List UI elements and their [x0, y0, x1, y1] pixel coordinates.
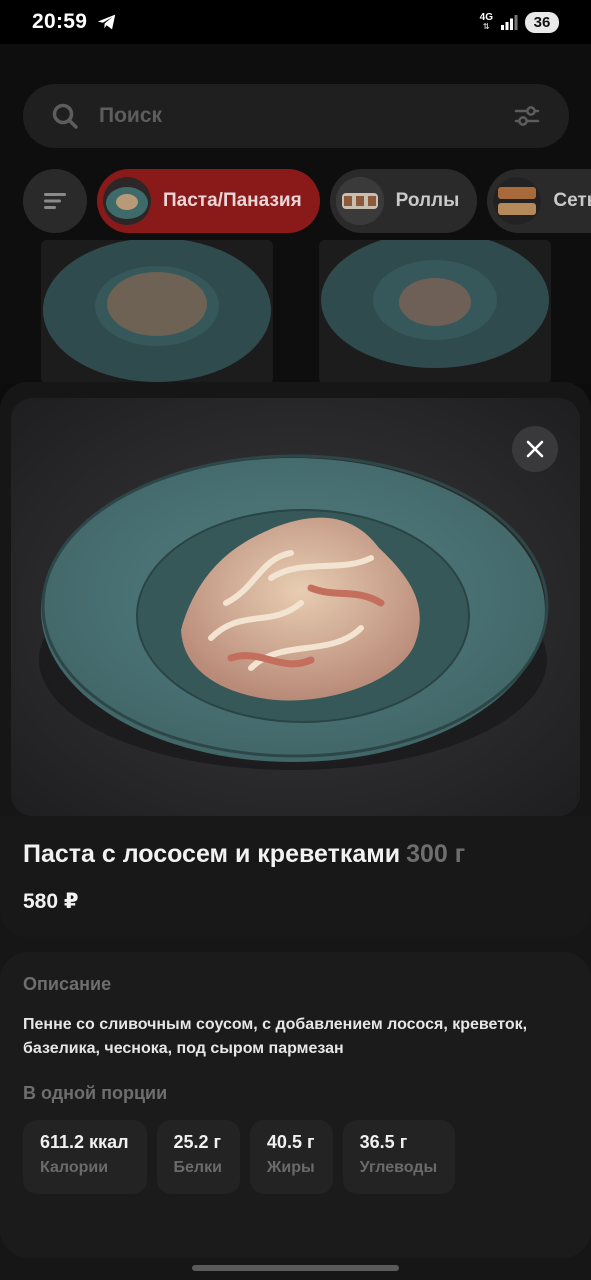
status-time: 20:59 — [32, 10, 88, 33]
description-heading: Описание — [23, 974, 112, 994]
nutrition-label: Углеводы — [359, 1159, 438, 1176]
product-modal: Паста с лососем и креветками 300 г 580 ₽ … — [0, 382, 591, 1280]
search-input[interactable]: Поиск — [99, 104, 162, 128]
search-icon — [52, 103, 78, 129]
product-title: Паста с лососем и креветками — [23, 840, 401, 868]
category-chip-sets[interactable]: Сеты — [487, 169, 591, 233]
nutrition-label: Белки — [173, 1159, 222, 1176]
nutrition-list: 611.2 ккал Калории 25.2 г Белки 40.5 г Ж… — [23, 1120, 568, 1194]
product-price: 580 ₽ — [23, 890, 79, 913]
menu-icon — [44, 193, 66, 209]
category-thumbnail — [493, 177, 542, 225]
product-title-line: Паста с лососем и креветками 300 г — [23, 840, 568, 869]
product-card-image[interactable] — [41, 240, 273, 384]
nutrition-value: 36.5 г — [359, 1132, 408, 1152]
nutrition-item-fats: 40.5 г Жиры — [249, 1120, 333, 1194]
nutrition-label: Жиры — [266, 1159, 315, 1176]
nutrition-item-calories: 611.2 ккал Калории — [23, 1120, 147, 1194]
category-bar: Паста/Паназия Роллы Сет — [23, 169, 591, 233]
category-label: Роллы — [395, 190, 460, 211]
nutrition-item-carbs: 36.5 г Углеводы — [342, 1120, 456, 1194]
network-type: 4G — [479, 12, 493, 23]
product-image — [11, 398, 580, 816]
signal-icon — [501, 15, 518, 30]
category-thumbnail — [103, 177, 151, 225]
close-button[interactable] — [512, 426, 558, 472]
categories-menu-button[interactable] — [23, 169, 87, 233]
telegram-icon — [98, 14, 116, 30]
product-card-image[interactable] — [319, 240, 551, 384]
home-indicator[interactable] — [192, 1265, 399, 1271]
description-text: Пенне со сливочным соусом, с добавлением… — [23, 1016, 528, 1057]
category-thumbnail — [335, 177, 384, 225]
product-weight: 300 г — [406, 840, 466, 868]
status-bar: 20:59 4G ⇅ 36 — [0, 0, 591, 44]
filter-icon[interactable] — [513, 102, 541, 130]
nutrition-value: 40.5 г — [266, 1132, 315, 1152]
network-indicator: 4G ⇅ — [479, 12, 493, 32]
search-bar[interactable]: Поиск — [23, 84, 569, 148]
nutrition-value: 611.2 ккал — [40, 1132, 129, 1152]
battery-indicator: 36 — [525, 11, 559, 33]
nutrition-label: Калории — [40, 1159, 109, 1176]
product-info: Паста с лососем и креветками 300 г 580 ₽ — [0, 816, 591, 938]
app-screen: 20:59 4G ⇅ 36 Поиск Паста/Паназия Роллы … — [0, 0, 591, 1280]
portion-heading: В одной порции — [23, 1083, 168, 1103]
nutrition-value: 25.2 г — [173, 1132, 222, 1152]
category-chip-rolls[interactable]: Роллы — [329, 169, 478, 233]
category-label: Сеты — [553, 190, 591, 211]
close-icon — [526, 440, 544, 458]
category-label: Паста/Паназия — [163, 190, 302, 211]
status-indicators: 4G ⇅ 36 — [479, 11, 559, 33]
nutrition-item-proteins: 25.2 г Белки — [156, 1120, 240, 1194]
product-details: Описание Пенне со сливочным соусом, с до… — [0, 952, 591, 1258]
category-chip-pasta[interactable]: Паста/Паназия — [97, 169, 320, 233]
